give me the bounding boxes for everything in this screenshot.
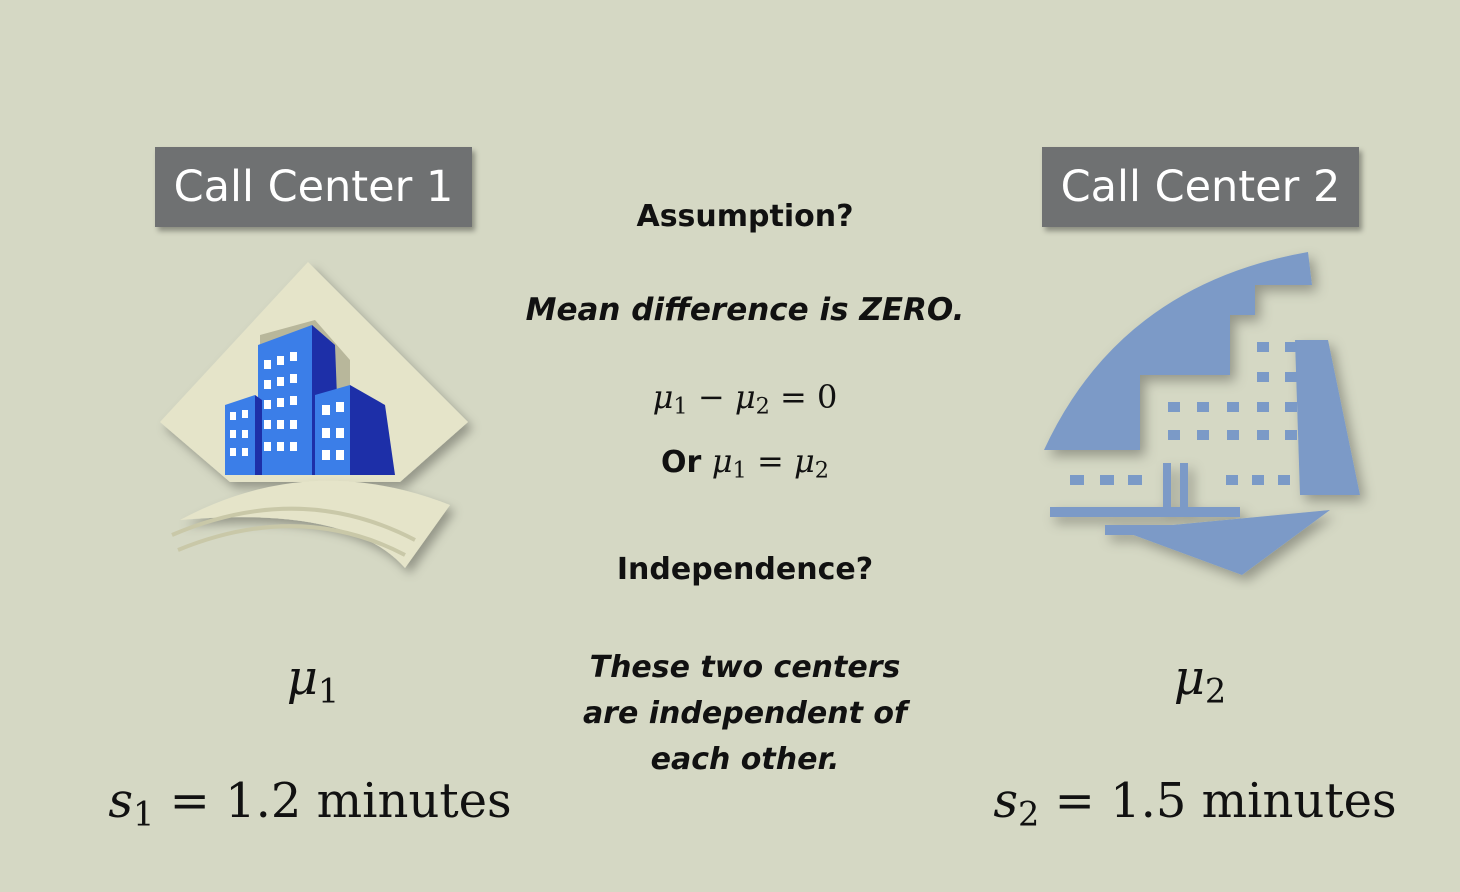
s-equation: = 1.2 minutes: [154, 773, 512, 829]
call-center-1-title: Call Center 1: [155, 147, 472, 227]
mu-symbol: μ: [652, 378, 674, 416]
subscript: 2: [1017, 794, 1040, 834]
independence-heading: Independence?: [616, 552, 874, 587]
equation-difference: μ1 − μ2 = 0: [495, 378, 995, 418]
call-center-1-label: Call Center 1: [173, 162, 454, 212]
mu-2: μ2: [1100, 650, 1300, 708]
s-1-value: s1 = 1.2 minutes: [90, 773, 530, 831]
equals-zero: = 0: [769, 378, 838, 416]
call-center-2-label: Call Center 2: [1060, 162, 1341, 212]
mu-symbol: μ: [286, 650, 318, 706]
assumption-text: Mean difference is ZERO.: [525, 292, 965, 328]
operator: =: [746, 442, 794, 480]
mu-1: μ1: [213, 650, 413, 708]
s-symbol: s: [108, 773, 133, 829]
mu-symbol: μ: [734, 378, 756, 416]
s-equation: = 1.5 minutes: [1039, 773, 1397, 829]
call-center-2-title: Call Center 2: [1042, 147, 1359, 227]
subscript: 1: [673, 393, 688, 420]
independence-line: These two centers: [589, 650, 901, 685]
s-symbol: s: [993, 773, 1018, 829]
mu-symbol: μ: [711, 442, 733, 480]
s-2-value: s2 = 1.5 minutes: [975, 773, 1415, 831]
independence-text: These two centers are independent of eac…: [495, 645, 995, 783]
subscript: 1: [732, 457, 747, 484]
subscript: 2: [755, 393, 770, 420]
subscript: 1: [317, 671, 340, 711]
subscript: 2: [814, 457, 829, 484]
mu-symbol: μ: [1173, 650, 1205, 706]
assumption-heading: Assumption?: [636, 199, 854, 234]
subscript: 1: [132, 794, 155, 834]
independence-line: each other.: [650, 742, 840, 777]
or-prefix: Or: [661, 445, 712, 480]
independence-line: are independent of: [582, 696, 908, 731]
operator: −: [687, 378, 735, 416]
subscript: 2: [1204, 671, 1227, 711]
office-buildings-icon: [160, 262, 468, 568]
mu-symbol: μ: [793, 442, 815, 480]
office-building-icon: [1044, 252, 1360, 575]
equation-equal: Or μ1 = μ2: [495, 442, 995, 482]
